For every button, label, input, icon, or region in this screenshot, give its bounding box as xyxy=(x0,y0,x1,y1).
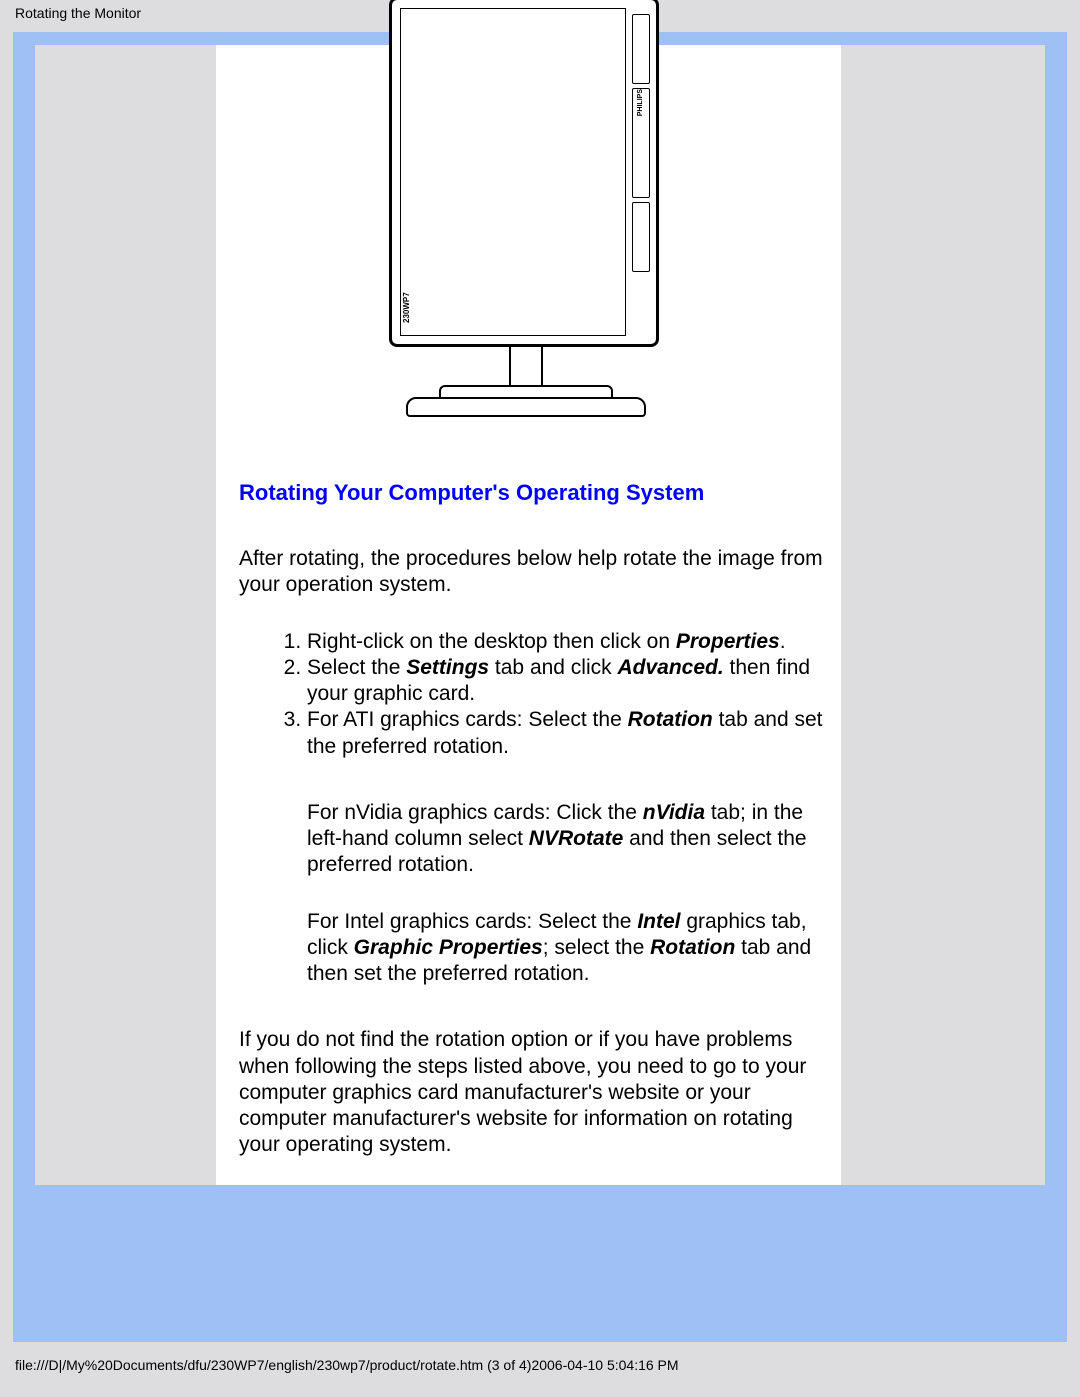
monitor-button-column: PHILIPS xyxy=(632,14,650,330)
outer-blue-frame: 230WP7 PHILIPS Rotating Your Computer's … xyxy=(13,32,1067,1342)
monitor-neck xyxy=(509,347,543,387)
text: . xyxy=(780,630,786,653)
intel-keyword: Intel xyxy=(637,910,680,933)
nvidia-paragraph: For nVidia graphics cards: Click the nVi… xyxy=(239,800,829,879)
steps-list: Right-click on the desktop then click on… xyxy=(239,629,829,760)
inner-grey-area: 230WP7 PHILIPS Rotating Your Computer's … xyxy=(35,45,1045,1185)
nvidia-keyword: nVidia xyxy=(643,801,705,824)
properties-keyword: Properties xyxy=(676,630,780,653)
outro-paragraph: If you do not find the rotation option o… xyxy=(239,1027,829,1158)
monitor-button-seg xyxy=(632,14,650,84)
text: Select the xyxy=(307,656,406,679)
section-heading: Rotating Your Computer's Operating Syste… xyxy=(239,480,829,506)
text: ; select the xyxy=(543,936,650,959)
rotation-keyword: Rotation xyxy=(628,708,713,731)
monitor-brand-label: 230WP7 xyxy=(402,292,411,323)
advanced-keyword: Advanced. xyxy=(617,656,723,679)
rotation-keyword: Rotation xyxy=(650,936,735,959)
monitor-bezel: 230WP7 PHILIPS xyxy=(389,0,659,347)
text: For Intel graphics cards: Select the xyxy=(307,910,637,933)
step-3: For ATI graphics cards: Select the Rotat… xyxy=(307,707,829,760)
step-2: Select the Settings tab and click Advanc… xyxy=(307,655,829,708)
document-content: Rotating Your Computer's Operating Syste… xyxy=(239,480,829,1189)
footer-file-path: file:///D|/My%20Documents/dfu/230WP7/eng… xyxy=(15,1357,679,1373)
document-page: 230WP7 PHILIPS Rotating Your Computer's … xyxy=(216,45,841,1185)
text: Right-click on the desktop then click on xyxy=(307,630,676,653)
monitor-screen: 230WP7 xyxy=(400,8,626,336)
intel-paragraph: For Intel graphics cards: Select the Int… xyxy=(239,909,829,988)
text: tab and click xyxy=(489,656,617,679)
text: For nVidia graphics cards: Click the xyxy=(307,801,643,824)
monitor-stand-base xyxy=(406,397,646,417)
monitor-illustration: 230WP7 PHILIPS xyxy=(389,0,669,472)
monitor-brand-icon: PHILIPS xyxy=(632,88,650,198)
monitor-button-seg xyxy=(632,202,650,272)
nvrotate-keyword: NVRotate xyxy=(529,827,624,850)
settings-keyword: Settings xyxy=(406,656,489,679)
text: For ATI graphics cards: Select the xyxy=(307,708,628,731)
intro-paragraph: After rotating, the procedures below hel… xyxy=(239,546,829,599)
step-1: Right-click on the desktop then click on… xyxy=(307,629,829,655)
graphic-properties-keyword: Graphic Properties xyxy=(354,936,543,959)
